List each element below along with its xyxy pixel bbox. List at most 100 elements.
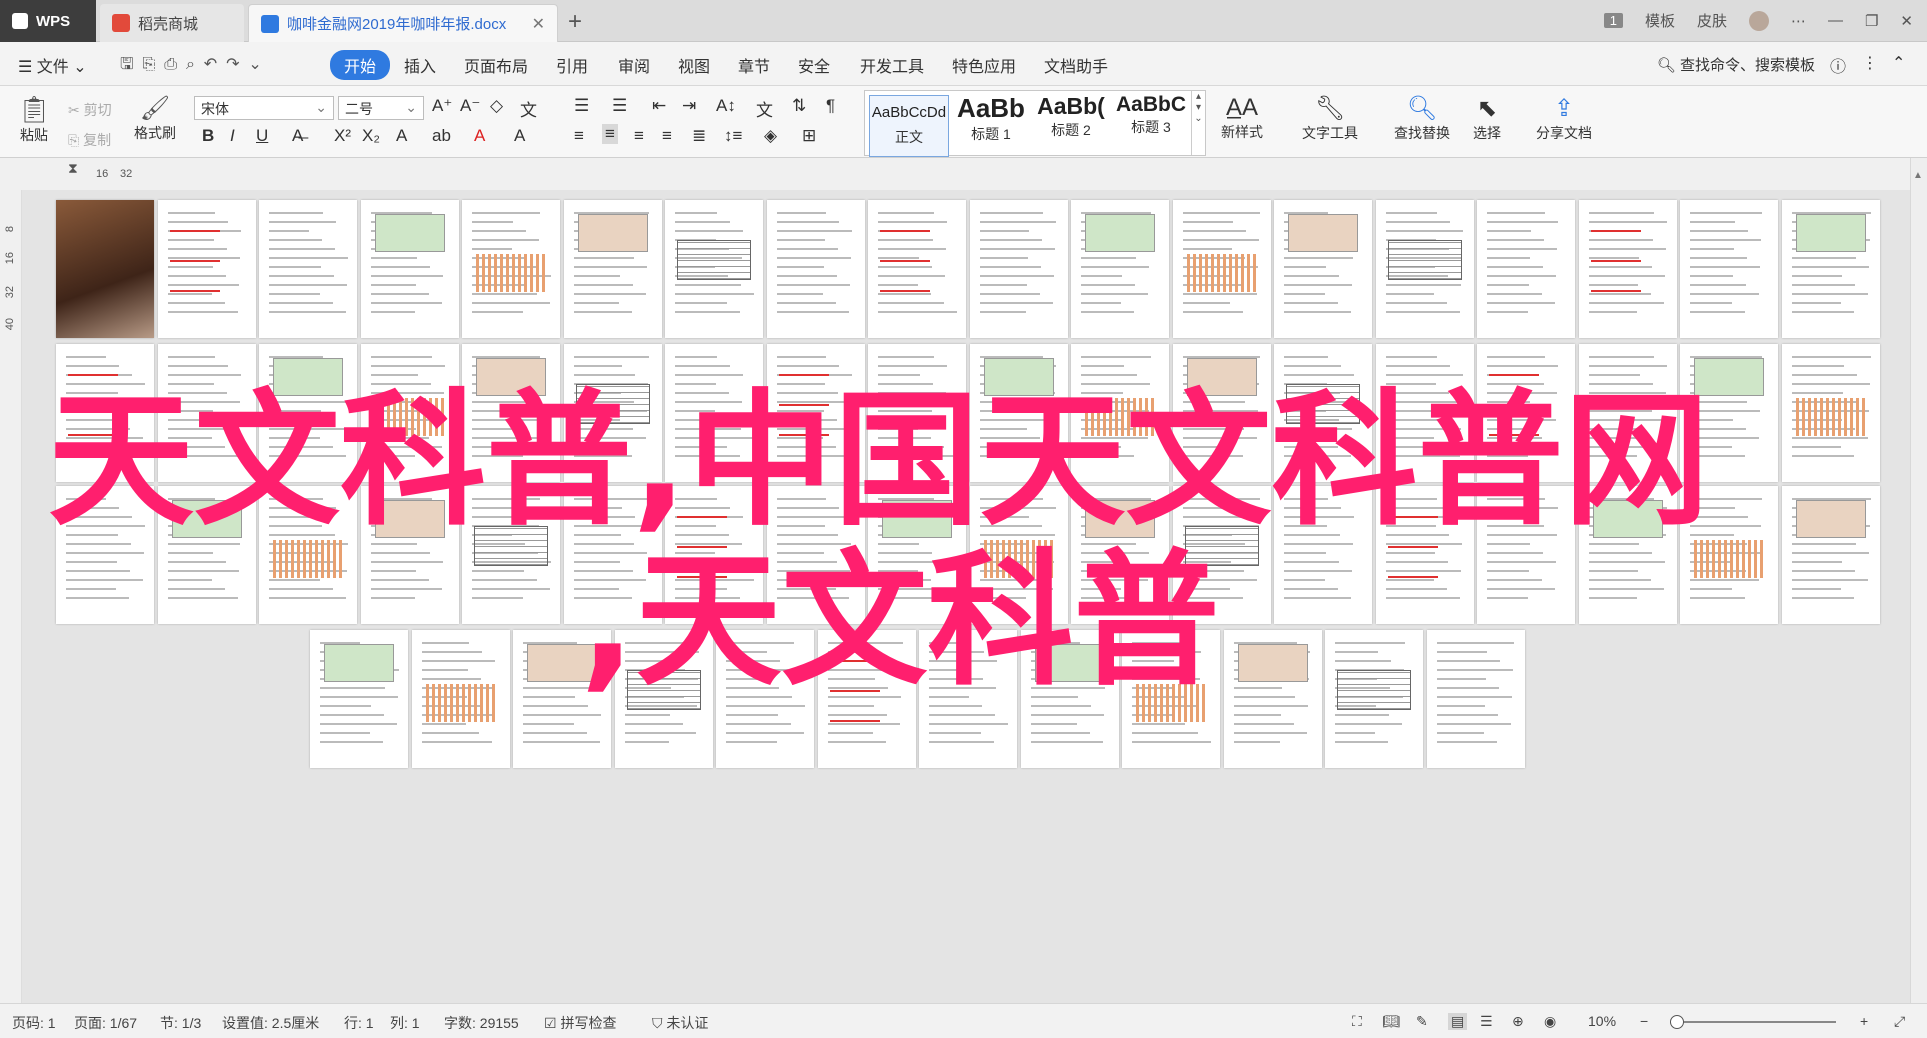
status-section[interactable]: 节: 1/3	[160, 1013, 201, 1033]
document-tab[interactable]: 咖啡金融网2019年咖啡年报.docx ✕	[248, 4, 558, 42]
page-view-icon[interactable]: ▤	[1448, 1013, 1468, 1030]
style-heading-1[interactable]: AaBb 标题 1	[951, 93, 1031, 155]
paste-button[interactable]: 📋︎ 粘贴	[14, 94, 54, 145]
fullscreen-icon[interactable]: ⛶	[1352, 1013, 1362, 1030]
show-marks-icon[interactable]: ¶	[826, 96, 835, 116]
zoom-level[interactable]: 10%	[1588, 1013, 1616, 1029]
strikethrough-icon[interactable]: A̶	[292, 126, 303, 146]
vertical-scrollbar[interactable]: ▲	[1910, 158, 1927, 1003]
page-thumbnail[interactable]	[969, 200, 1068, 338]
minimize-icon[interactable]: —	[1828, 12, 1843, 29]
font-size-select[interactable]: 二号 ⌄	[338, 96, 424, 120]
line-spacing-icon[interactable]: ↕≡	[724, 126, 742, 146]
page-thumbnail[interactable]	[1578, 200, 1677, 338]
copy-button[interactable]: ⎘ 复制	[68, 130, 111, 150]
bullets-icon[interactable]: ☰	[574, 96, 589, 116]
store-tab[interactable]: 稻壳商城	[100, 4, 244, 42]
page-thumbnail[interactable]	[1274, 200, 1372, 338]
page-thumbnail[interactable]	[360, 200, 459, 338]
avatar[interactable]	[1748, 10, 1769, 31]
shrink-font-icon[interactable]: A⁻	[460, 96, 480, 116]
share-doc-button[interactable]: ⇪ 分享文档	[1526, 94, 1602, 143]
grow-font-icon[interactable]: A⁺	[432, 96, 452, 116]
zoom-in-icon[interactable]: +	[1860, 1013, 1868, 1029]
styles-scroll[interactable]: ▴ ▾ ⌄	[1191, 91, 1205, 155]
page-thumbnail[interactable]	[1325, 630, 1423, 768]
page-thumbnail[interactable]	[56, 200, 154, 338]
page-thumbnail[interactable]	[1477, 200, 1575, 338]
font-name-select[interactable]: 宋体 ⌄	[194, 96, 334, 120]
page-thumbnail[interactable]	[1375, 200, 1474, 338]
clear-format-icon[interactable]: ◇	[490, 96, 503, 116]
certification-status[interactable]: ⛉ 未认证	[652, 1013, 708, 1033]
subscript-icon[interactable]: X₂	[362, 126, 380, 146]
eye-protect-icon[interactable]: ◉	[1544, 1013, 1556, 1030]
decrease-indent-icon[interactable]: ⇤	[652, 96, 666, 116]
chinese-layout-icon[interactable]: 文	[756, 96, 773, 121]
shading-icon[interactable]: ◈	[764, 126, 777, 146]
menu-tab-page-layout[interactable]: 页面布局	[464, 53, 528, 77]
sort-icon[interactable]: ⇅	[792, 96, 806, 116]
menu-tab-dev-tools[interactable]: 开发工具	[860, 53, 924, 77]
command-search[interactable]: 🔍︎ 查找命令、搜索模板	[1657, 54, 1815, 75]
menu-tab-doc-assistant[interactable]: 文档助手	[1044, 53, 1108, 77]
style-normal[interactable]: AaBbCcDd 正文	[869, 95, 949, 157]
zoom-slider-handle[interactable]	[1670, 1015, 1684, 1029]
status-word-count[interactable]: 字数: 29155	[444, 1013, 519, 1033]
page-thumbnail[interactable]	[868, 200, 966, 338]
edit-mode-icon[interactable]: ✎	[1416, 1013, 1428, 1030]
web-view-icon[interactable]: ⊕	[1512, 1013, 1524, 1030]
zoom-out-icon[interactable]: −	[1640, 1013, 1648, 1029]
style-heading-2[interactable]: AaBb( 标题 2	[1031, 93, 1111, 155]
menu-tab-review[interactable]: 审阅	[618, 53, 650, 77]
menu-tab-security[interactable]: 安全	[798, 53, 830, 77]
scroll-up-icon[interactable]: ▲	[1913, 170, 1923, 181]
superscript-icon[interactable]: X²	[334, 126, 351, 146]
save-icon[interactable]: 🖫	[120, 56, 134, 73]
indent-marker-icon[interactable]: ⧗	[68, 160, 78, 177]
more-icon[interactable]: ⋯	[1791, 12, 1806, 30]
menu-tab-view[interactable]: 视图	[678, 53, 710, 77]
menu-tab-start[interactable]: 开始	[330, 50, 391, 80]
justify-icon[interactable]: ≡	[662, 126, 672, 146]
underline-icon[interactable]: U	[256, 126, 268, 146]
distributed-icon[interactable]: ≣	[692, 126, 706, 146]
text-direction-icon[interactable]: A↕	[716, 96, 736, 116]
page-thumbnail[interactable]	[1781, 344, 1880, 482]
more-options-icon[interactable]: ⋮	[1862, 53, 1878, 73]
page-thumbnail[interactable]	[563, 200, 662, 338]
align-right-icon[interactable]: ≡	[634, 126, 644, 146]
new-tab-button[interactable]: +	[568, 8, 582, 36]
template-button[interactable]: 模板	[1645, 10, 1675, 31]
preview-icon[interactable]: ⌕	[186, 56, 195, 73]
wps-home-tab[interactable]: WPS	[0, 0, 96, 42]
page-thumbnail[interactable]	[1426, 630, 1525, 768]
file-menu[interactable]: ☰ 文件 ⌄	[18, 53, 87, 77]
select-button[interactable]: ⬉ 选择	[1462, 94, 1512, 143]
page-thumbnail[interactable]	[766, 200, 865, 338]
page-thumbnail[interactable]	[1071, 200, 1169, 338]
char-shading-icon[interactable]: A	[514, 126, 525, 146]
text-effect-icon[interactable]: A	[396, 126, 407, 146]
menu-tab-features[interactable]: 特色应用	[952, 53, 1016, 77]
collapse-ribbon-icon[interactable]: ⌃	[1892, 53, 1905, 73]
page-thumbnail[interactable]	[1172, 200, 1271, 338]
cut-button[interactable]: ✂ 剪切	[68, 100, 112, 120]
page-thumbnail[interactable]	[1781, 200, 1880, 338]
align-left-icon[interactable]: ≡	[574, 126, 584, 146]
style-heading-3[interactable]: AaBbC 标题 3	[1111, 93, 1191, 155]
bold-icon[interactable]: B	[202, 126, 214, 146]
close-tab-icon[interactable]: ✕	[532, 14, 545, 34]
window-count-badge[interactable]: 1	[1603, 13, 1623, 28]
status-page-count[interactable]: 页面: 1/67	[74, 1013, 137, 1033]
text-tools-button[interactable]: 🔧︎ 文字工具	[1290, 94, 1370, 143]
highlight-icon[interactable]: ab	[432, 126, 451, 146]
borders-icon[interactable]: ⊞	[802, 126, 816, 146]
menu-tab-references[interactable]: 引用	[556, 53, 588, 77]
page-thumbnail[interactable]	[411, 630, 510, 768]
close-window-icon[interactable]: ✕	[1900, 12, 1913, 30]
menu-tab-insert[interactable]: 插入	[404, 53, 436, 77]
new-style-button[interactable]: A̲A 新样式	[1212, 94, 1272, 142]
zoom-slider[interactable]	[1670, 1021, 1836, 1023]
status-page-number[interactable]: 页码: 1	[12, 1013, 56, 1033]
